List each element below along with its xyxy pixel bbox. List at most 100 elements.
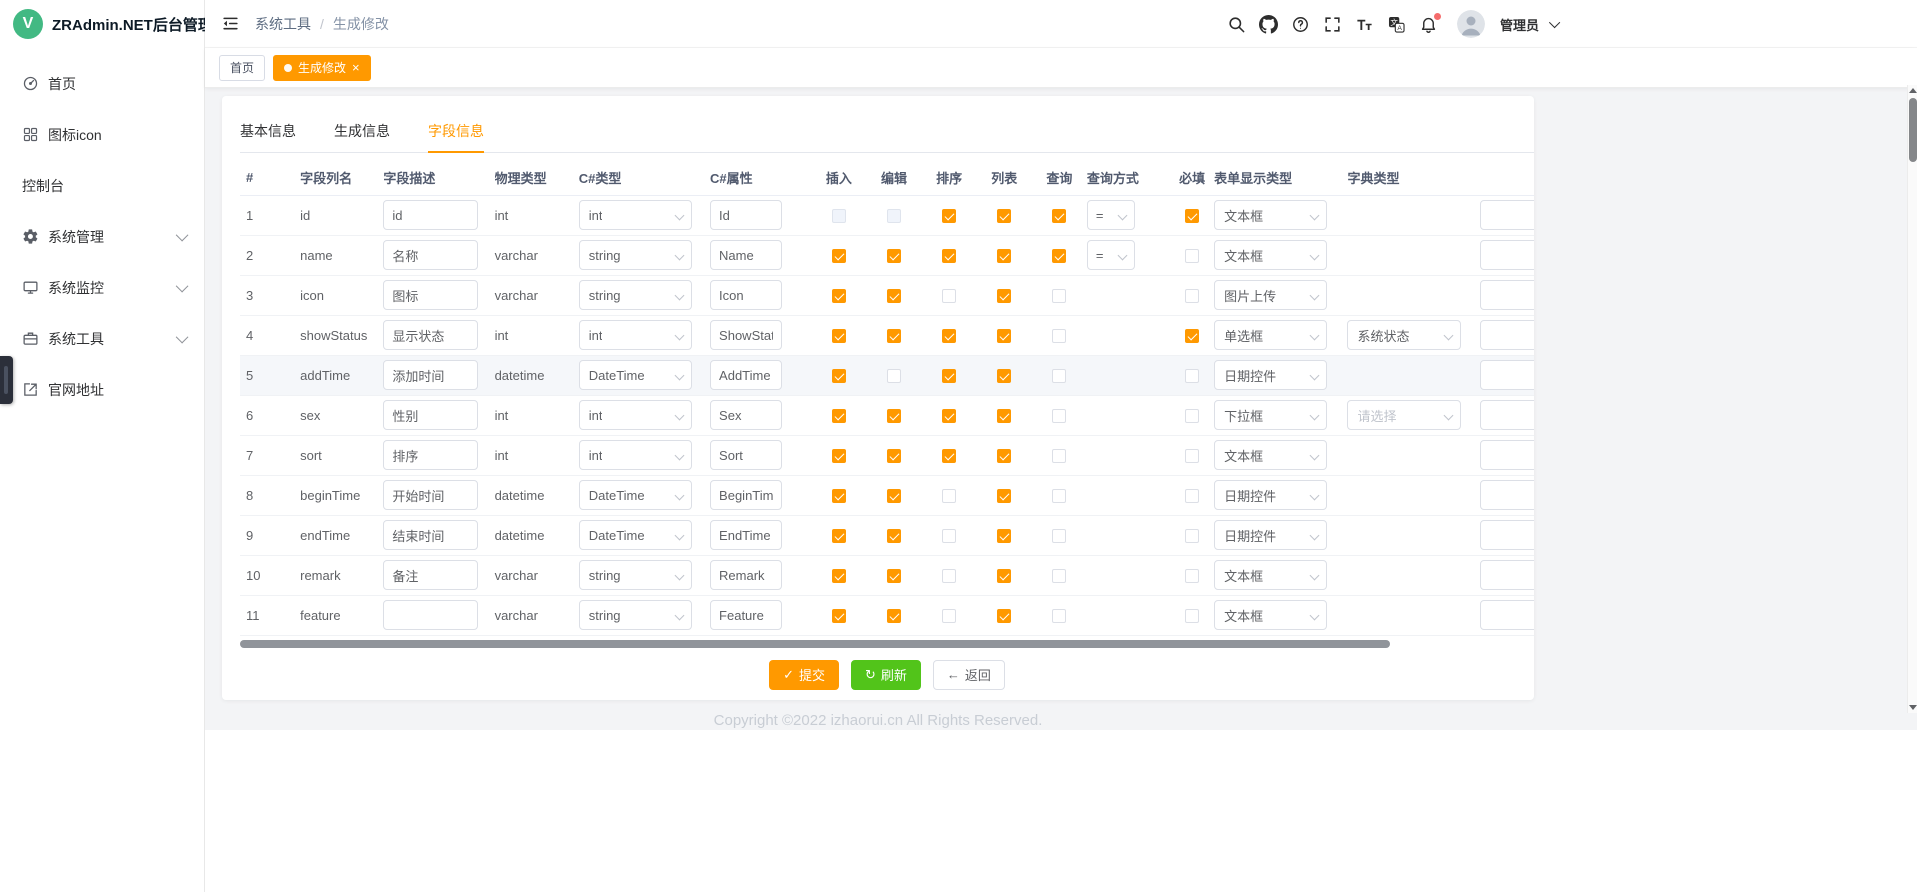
settings-drawer-handle[interactable] xyxy=(0,356,13,404)
dict-type-select[interactable]: 请选择 xyxy=(1347,400,1461,430)
description-input[interactable] xyxy=(383,560,478,590)
list-checkbox[interactable] xyxy=(997,569,1011,583)
insert-checkbox[interactable] xyxy=(832,609,846,623)
query-checkbox[interactable] xyxy=(1052,489,1066,503)
insert-checkbox[interactable] xyxy=(832,369,846,383)
description-input[interactable] xyxy=(383,400,478,430)
csharp-property-input[interactable] xyxy=(710,480,782,510)
close-icon[interactable]: × xyxy=(352,61,360,74)
required-checkbox[interactable] xyxy=(1185,609,1199,623)
extra-input[interactable] xyxy=(1480,480,1534,510)
insert-checkbox[interactable] xyxy=(832,249,846,263)
insert-checkbox[interactable] xyxy=(832,209,846,223)
extra-input[interactable] xyxy=(1480,320,1534,350)
description-input[interactable] xyxy=(383,440,478,470)
username[interactable]: 管理员 xyxy=(1500,15,1539,34)
csharp-type-select[interactable]: DateTime xyxy=(579,360,692,390)
insert-checkbox[interactable] xyxy=(832,529,846,543)
query-checkbox[interactable] xyxy=(1052,249,1066,263)
required-checkbox[interactable] xyxy=(1185,489,1199,503)
sort-checkbox[interactable] xyxy=(942,489,956,503)
insert-checkbox[interactable] xyxy=(832,289,846,303)
insert-checkbox[interactable] xyxy=(832,449,846,463)
tab-generate-info[interactable]: 生成信息 xyxy=(334,112,390,152)
horizontal-scrollbar[interactable] xyxy=(240,640,1534,648)
sidebar-item-system-management[interactable]: 系统管理 xyxy=(0,211,204,262)
edit-checkbox[interactable] xyxy=(887,449,901,463)
edit-checkbox[interactable] xyxy=(887,369,901,383)
csharp-type-select[interactable]: string xyxy=(579,280,692,310)
extra-input[interactable] xyxy=(1480,520,1534,550)
query-method-select[interactable]: = xyxy=(1087,200,1135,230)
query-checkbox[interactable] xyxy=(1052,289,1066,303)
csharp-type-select[interactable]: int xyxy=(579,320,692,350)
query-checkbox[interactable] xyxy=(1052,329,1066,343)
sort-checkbox[interactable] xyxy=(942,529,956,543)
description-input[interactable] xyxy=(383,320,478,350)
edit-checkbox[interactable] xyxy=(887,209,901,223)
list-checkbox[interactable] xyxy=(997,409,1011,423)
csharp-type-select[interactable]: DateTime xyxy=(579,520,692,550)
display-type-select[interactable]: 图片上传 xyxy=(1214,280,1327,310)
csharp-type-select[interactable]: string xyxy=(579,560,692,590)
extra-input[interactable] xyxy=(1480,360,1534,390)
sort-checkbox[interactable] xyxy=(942,569,956,583)
csharp-property-input[interactable] xyxy=(710,520,782,550)
description-input[interactable] xyxy=(383,480,478,510)
query-method-select[interactable]: = xyxy=(1087,240,1135,270)
csharp-type-select[interactable]: int xyxy=(579,200,692,230)
list-checkbox[interactable] xyxy=(997,209,1011,223)
csharp-property-input[interactable] xyxy=(710,440,782,470)
sort-checkbox[interactable] xyxy=(942,209,956,223)
extra-input[interactable] xyxy=(1480,600,1534,630)
tab-basic-info[interactable]: 基本信息 xyxy=(240,112,296,152)
insert-checkbox[interactable] xyxy=(832,489,846,503)
extra-input[interactable] xyxy=(1480,200,1534,230)
insert-checkbox[interactable] xyxy=(832,329,846,343)
extra-input[interactable] xyxy=(1480,240,1534,270)
extra-input[interactable] xyxy=(1480,560,1534,590)
description-input[interactable] xyxy=(383,600,478,630)
extra-input[interactable] xyxy=(1480,400,1534,430)
list-checkbox[interactable] xyxy=(997,369,1011,383)
query-checkbox[interactable] xyxy=(1052,529,1066,543)
display-type-select[interactable]: 日期控件 xyxy=(1214,360,1327,390)
tag-generate-edit[interactable]: 生成修改 × xyxy=(273,55,371,81)
sidebar-item-system-monitoring[interactable]: 系统监控 xyxy=(0,262,204,313)
list-checkbox[interactable] xyxy=(997,329,1011,343)
csharp-property-input[interactable] xyxy=(710,320,782,350)
breadcrumb-item-system-tools[interactable]: 系统工具 xyxy=(255,14,311,34)
csharp-property-input[interactable] xyxy=(710,360,782,390)
required-checkbox[interactable] xyxy=(1185,529,1199,543)
query-checkbox[interactable] xyxy=(1052,369,1066,383)
language-icon[interactable]: 文A xyxy=(1387,15,1406,34)
github-icon[interactable] xyxy=(1259,15,1278,34)
sort-checkbox[interactable] xyxy=(942,609,956,623)
extra-input[interactable] xyxy=(1480,440,1534,470)
submit-button[interactable]: ✓提交 xyxy=(769,660,839,690)
required-checkbox[interactable] xyxy=(1185,209,1199,223)
description-input[interactable] xyxy=(383,200,478,230)
csharp-property-input[interactable] xyxy=(710,240,782,270)
required-checkbox[interactable] xyxy=(1185,329,1199,343)
edit-checkbox[interactable] xyxy=(887,409,901,423)
scroll-up-icon[interactable] xyxy=(1909,88,1917,93)
display-type-select[interactable]: 文本框 xyxy=(1214,560,1327,590)
edit-checkbox[interactable] xyxy=(887,569,901,583)
vertical-scrollbar[interactable] xyxy=(1907,85,1917,713)
list-checkbox[interactable] xyxy=(997,249,1011,263)
dict-type-select[interactable]: 系统状态 xyxy=(1347,320,1461,350)
csharp-type-select[interactable]: string xyxy=(579,240,692,270)
search-icon[interactable] xyxy=(1227,15,1246,34)
query-checkbox[interactable] xyxy=(1052,609,1066,623)
required-checkbox[interactable] xyxy=(1185,569,1199,583)
display-type-select[interactable]: 下拉框 xyxy=(1214,400,1327,430)
display-type-select[interactable]: 单选框 xyxy=(1214,320,1327,350)
horizontal-scrollbar-thumb[interactable] xyxy=(240,640,1390,648)
edit-checkbox[interactable] xyxy=(887,609,901,623)
scroll-down-icon[interactable] xyxy=(1909,705,1917,710)
edit-checkbox[interactable] xyxy=(887,329,901,343)
question-icon[interactable] xyxy=(1291,15,1310,34)
csharp-property-input[interactable] xyxy=(710,280,782,310)
display-type-select[interactable]: 文本框 xyxy=(1214,240,1327,270)
